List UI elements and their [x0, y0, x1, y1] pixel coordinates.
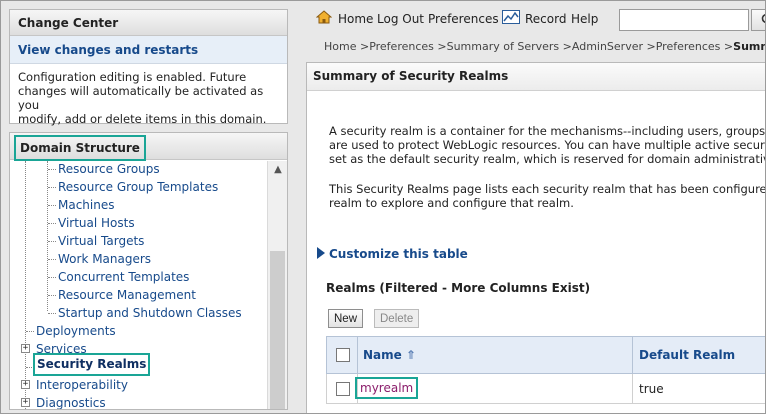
tree-item-security-realms[interactable]: Security Realms	[33, 353, 151, 376]
tree-item-interoperability[interactable]: Interoperability	[36, 377, 128, 394]
tree-item-startup-shutdown-classes[interactable]: Startup and Shutdown Classes	[58, 305, 242, 322]
customize-table-label: Customize this table	[329, 247, 468, 261]
column-header-name-label: Name	[363, 348, 402, 362]
summary-panel: Summary of Security Realms A security re…	[306, 62, 766, 414]
help-link[interactable]: Help	[571, 12, 598, 26]
customize-table-link[interactable]: Customize this table	[317, 247, 468, 261]
tree-item-virtual-hosts[interactable]: Virtual Hosts	[58, 215, 135, 232]
tree-item-work-managers[interactable]: Work Managers	[58, 251, 151, 268]
preferences-link[interactable]: Preferences	[428, 12, 499, 26]
search-button[interactable]	[751, 9, 766, 31]
change-center-message: Configuration editing is enabled. Future…	[10, 64, 287, 126]
search-input[interactable]	[619, 9, 749, 31]
description-line: A security realm is a container for the …	[329, 124, 766, 138]
tree-connector	[26, 331, 34, 332]
tree-connector	[48, 277, 56, 278]
tree-scrollbar[interactable]: ▲	[267, 161, 287, 409]
realm-description: A security realm is a container for the …	[329, 124, 766, 166]
tree-item-resource-groups[interactable]: Resource Groups	[58, 161, 160, 178]
delete-button[interactable]: Delete	[374, 309, 420, 328]
breadcrumb-current: Summary o	[733, 40, 766, 53]
logout-link[interactable]: Log Out	[377, 12, 424, 26]
record-link[interactable]: Record	[525, 12, 566, 26]
change-center-panel: Change Center View changes and restarts …	[9, 9, 288, 126]
tree-guide-line	[47, 161, 48, 311]
column-divider	[632, 374, 633, 403]
select-all-checkbox[interactable]	[336, 348, 350, 362]
tree-connector	[48, 187, 56, 188]
tree-connector	[48, 313, 56, 314]
expand-diagnostics-icon[interactable]: +	[21, 398, 30, 407]
message-line: changes will automatically be activated …	[18, 84, 264, 112]
home-link[interactable]: Home	[338, 12, 373, 26]
page-title: Summary of Security Realms	[307, 63, 766, 91]
page-description: This Security Realms page lists each sec…	[329, 182, 766, 210]
column-divider	[357, 337, 358, 373]
tree-connector	[48, 241, 56, 242]
realm-name-link[interactable]: myrealm	[355, 377, 419, 399]
tree-connector	[48, 259, 56, 260]
table-header: Name ⇑ Default Realm	[326, 336, 766, 374]
description-line: realm to explore and configure that real…	[329, 196, 574, 210]
description-line: set as the default security realm, which…	[329, 152, 766, 166]
domain-structure-header: Domain Structure	[10, 133, 287, 161]
tree-item-deployments[interactable]: Deployments	[36, 323, 116, 340]
scroll-thumb[interactable]	[270, 251, 285, 409]
realms-table-title: Realms (Filtered - More Columns Exist)	[326, 281, 591, 295]
top-toolbar: Home Log Out Preferences Record Help	[306, 6, 766, 34]
tree-item-diagnostics[interactable]: Diagnostics	[36, 395, 106, 409]
column-header-name[interactable]: Name ⇑	[363, 348, 416, 362]
home-icon[interactable]	[316, 10, 332, 24]
row-checkbox[interactable]	[336, 382, 350, 396]
view-changes-link[interactable]: View changes and restarts	[18, 43, 198, 57]
tree-connector	[48, 205, 56, 206]
expand-interoperability-icon[interactable]: +	[21, 380, 30, 389]
tree-connector	[48, 295, 56, 296]
domain-tree: Resource Groups Resource Group Templates…	[10, 161, 266, 409]
domain-structure-title: Domain Structure	[14, 135, 146, 161]
tree-connector	[48, 169, 56, 170]
expand-triangle-icon	[317, 247, 325, 259]
expand-services-icon[interactable]: +	[21, 344, 30, 353]
table-row: myrealm true	[326, 374, 766, 404]
scroll-up-arrow-icon[interactable]: ▲	[272, 164, 284, 176]
breadcrumb: Home >Preferences >Summary of Servers >A…	[324, 40, 766, 53]
default-realm-value: true	[639, 382, 664, 396]
tree-guide-line	[25, 161, 26, 409]
search-icon	[761, 13, 766, 24]
domain-structure-panel: Domain Structure Resource Groups Resourc…	[9, 132, 288, 410]
sort-arrows-icon[interactable]: ⇑	[406, 348, 416, 362]
new-button[interactable]: New	[328, 309, 364, 328]
description-line: This Security Realms page lists each sec…	[329, 182, 766, 196]
tree-item-concurrent-templates[interactable]: Concurrent Templates	[58, 269, 189, 286]
tree-item-resource-management[interactable]: Resource Management	[58, 287, 196, 304]
description-line: are used to protect WebLogic resources. …	[329, 138, 766, 152]
tree-item-virtual-targets[interactable]: Virtual Targets	[58, 233, 144, 250]
change-center-title: Change Center	[10, 10, 287, 36]
message-line: Configuration editing is enabled. Future	[18, 70, 247, 84]
column-header-default-realm[interactable]: Default Realm	[639, 348, 735, 362]
view-changes-row: View changes and restarts	[10, 36, 287, 64]
breadcrumb-trail[interactable]: Home >Preferences >Summary of Servers >A…	[324, 40, 733, 53]
tree-item-resource-group-templates[interactable]: Resource Group Templates	[58, 179, 218, 196]
record-icon[interactable]	[502, 10, 520, 24]
tree-item-machines[interactable]: Machines	[58, 197, 114, 214]
tree-connector	[48, 223, 56, 224]
message-line: modify, add or delete items in this doma…	[18, 112, 267, 126]
column-divider	[632, 337, 633, 373]
